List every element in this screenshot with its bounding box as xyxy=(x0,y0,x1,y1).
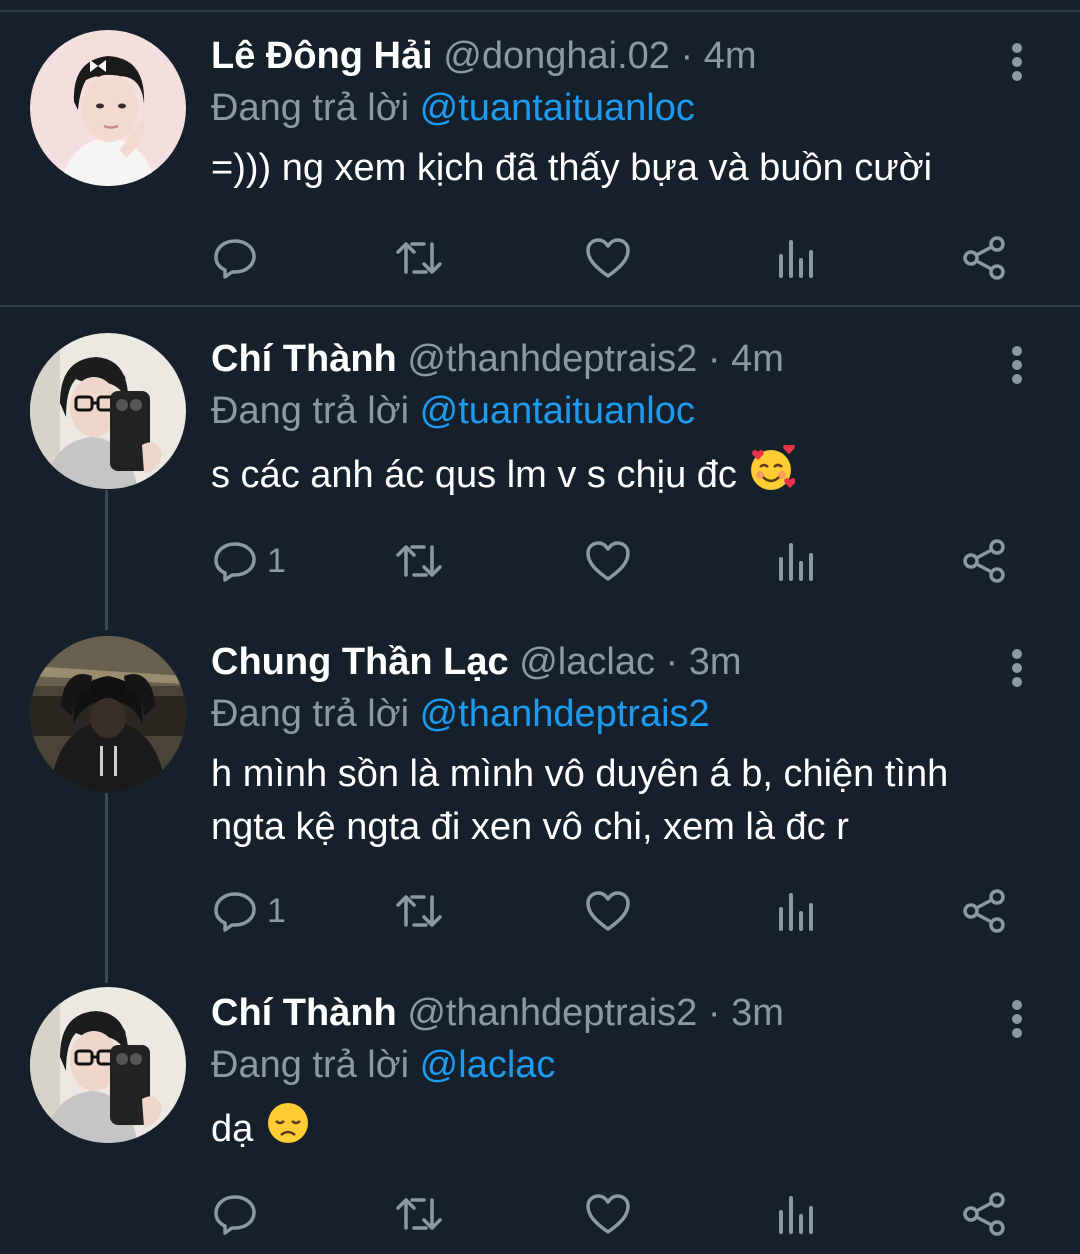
reply-icon xyxy=(214,239,256,279)
reply-icon xyxy=(214,1195,256,1235)
retweet-button[interactable] xyxy=(395,233,443,283)
reply-mention[interactable]: @tuantaituanloc xyxy=(420,87,695,129)
replying-to: Đang trả lời @tuantaituanloc xyxy=(211,82,1011,134)
retweet-button[interactable] xyxy=(395,886,443,936)
thread-line xyxy=(105,793,108,983)
smiling-face-with-hearts-emoji xyxy=(751,445,796,490)
analytics-icon xyxy=(779,893,813,931)
analytics-button[interactable] xyxy=(773,536,821,586)
avatar-thanhdeptrais2[interactable] xyxy=(30,987,186,1143)
tweet-header: Chí Thành @thanhdeptrais2 · 3m xyxy=(211,987,1011,1039)
reply-count: 1 xyxy=(267,541,286,580)
retweet-icon xyxy=(396,895,442,927)
share-button[interactable] xyxy=(961,1189,1009,1239)
share-icon xyxy=(963,539,1005,583)
handle[interactable]: @thanhdeptrais2 xyxy=(407,992,697,1034)
tweet-text: h mình sồn là mình vô duyên á b, chiện t… xyxy=(211,753,949,848)
analytics-button[interactable] xyxy=(773,1189,821,1239)
more-options-icon[interactable] xyxy=(1002,42,1032,82)
separator: · xyxy=(707,992,721,1034)
replying-to: Đang trả lời @tuantaituanloc xyxy=(211,385,1011,437)
avatar-donghai[interactable] xyxy=(30,30,186,186)
avatar-laclac[interactable] xyxy=(30,636,186,792)
share-button[interactable] xyxy=(961,233,1009,283)
separator: · xyxy=(680,35,694,77)
timestamp[interactable]: 4m xyxy=(704,35,757,77)
share-button[interactable] xyxy=(961,886,1009,936)
tweet-text-body: s các anh ác qus lm v s chịu đc xyxy=(211,454,737,496)
display-name[interactable]: Chí Thành xyxy=(211,338,397,380)
heart-icon xyxy=(586,1194,630,1234)
thread-line xyxy=(105,490,108,630)
tweet-header: Chung Thần Lạc @laclac · 3m xyxy=(211,636,1011,688)
retweet-button[interactable] xyxy=(395,1189,443,1239)
tweet-text: s các anh ác qus lm v s chịu đc xyxy=(211,445,1011,502)
like-button[interactable] xyxy=(584,886,632,936)
like-button[interactable] xyxy=(584,233,632,283)
tweet-text: dạ xyxy=(211,1099,1011,1156)
analytics-button[interactable] xyxy=(773,886,821,936)
reply-prefix: Đang trả lời xyxy=(211,87,410,129)
reply-mention[interactable]: @thanhdeptrais2 xyxy=(420,693,710,735)
analytics-button[interactable] xyxy=(773,233,821,283)
reply-prefix: Đang trả lời xyxy=(211,693,410,735)
more-options-icon[interactable] xyxy=(1002,999,1032,1039)
display-name[interactable]: Chung Thần Lạc xyxy=(211,641,509,683)
analytics-icon xyxy=(779,1196,813,1234)
more-options-icon[interactable] xyxy=(1002,345,1032,385)
replying-to: Đang trả lời @thanhdeptrais2 xyxy=(211,688,1011,740)
timestamp[interactable]: 3m xyxy=(731,992,784,1034)
tweet-text-body: dạ xyxy=(211,1108,254,1150)
reply-icon xyxy=(214,892,256,932)
avatar-thanhdeptrais2[interactable] xyxy=(30,333,186,489)
tweet-actions xyxy=(211,233,1031,283)
reply-button[interactable] xyxy=(211,1189,267,1239)
replying-to: Đang trả lời @laclac xyxy=(211,1039,1011,1091)
share-icon xyxy=(963,1192,1005,1236)
retweet-button[interactable] xyxy=(395,536,443,586)
tweet-divider xyxy=(0,305,1080,307)
heart-icon xyxy=(586,238,630,278)
reply-icon xyxy=(214,542,256,582)
separator: · xyxy=(707,338,721,380)
reply-thread: Lê Đông Hải @donghai.02 · 4m Đang trả lờ… xyxy=(0,0,1080,1254)
more-options-icon[interactable] xyxy=(1002,648,1032,688)
handle[interactable]: @donghai.02 xyxy=(443,35,670,77)
disappointed-face-emoji xyxy=(267,1103,308,1143)
share-icon xyxy=(963,236,1005,280)
like-button[interactable] xyxy=(584,536,632,586)
top-divider xyxy=(0,10,1080,12)
heart-icon xyxy=(586,891,630,931)
reply-mention[interactable]: @laclac xyxy=(420,1044,556,1086)
separator: · xyxy=(665,641,679,683)
handle[interactable]: @laclac xyxy=(519,641,655,683)
tweet-actions: 1 xyxy=(211,536,1031,586)
tweet-header: Lê Đông Hải @donghai.02 · 4m xyxy=(211,30,1011,82)
tweet-text: =))) ng xem kịch đã thấy bựa và buồn cườ… xyxy=(211,147,933,189)
tweet-header: Chí Thành @thanhdeptrais2 · 4m xyxy=(211,333,1011,385)
analytics-icon xyxy=(779,543,813,581)
heart-icon xyxy=(586,541,630,581)
reply-button[interactable]: 1 xyxy=(211,886,286,936)
reply-prefix: Đang trả lời xyxy=(211,1044,410,1086)
retweet-icon xyxy=(396,545,442,577)
analytics-icon xyxy=(779,240,813,278)
like-button[interactable] xyxy=(584,1189,632,1239)
reply-button[interactable]: 1 xyxy=(211,536,286,586)
share-icon xyxy=(963,889,1005,933)
share-button[interactable] xyxy=(961,536,1009,586)
reply-prefix: Đang trả lời xyxy=(211,390,410,432)
retweet-icon xyxy=(396,242,442,274)
reply-button[interactable] xyxy=(211,233,267,283)
timestamp[interactable]: 4m xyxy=(731,338,784,380)
timestamp[interactable]: 3m xyxy=(689,641,742,683)
reply-count: 1 xyxy=(267,891,286,930)
display-name[interactable]: Chí Thành xyxy=(211,992,397,1034)
handle[interactable]: @thanhdeptrais2 xyxy=(407,338,697,380)
tweet-actions xyxy=(211,1189,1031,1239)
reply-mention[interactable]: @tuantaituanloc xyxy=(420,390,695,432)
display-name[interactable]: Lê Đông Hải xyxy=(211,35,433,77)
retweet-icon xyxy=(396,1198,442,1230)
tweet-actions: 1 xyxy=(211,886,1031,936)
